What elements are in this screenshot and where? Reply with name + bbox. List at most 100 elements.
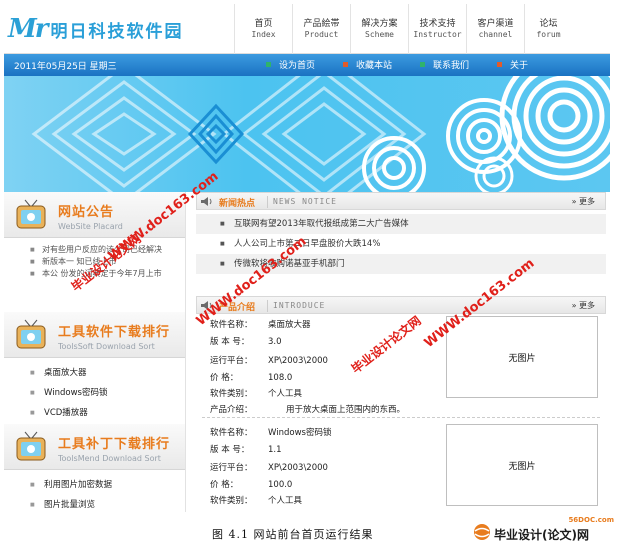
news-list: 互联网有望2013年取代报纸成第二大广告媒体 人人公司上市第二日早盘股价大跌14… [196, 210, 606, 296]
news-more-link[interactable]: » 更多 [572, 196, 595, 207]
main-nav: 首页 Index 产品絵帯 Product 解决方案 Scheme 技术支持 Instr… [234, 4, 572, 54]
tools-list: 桌面放大器 Windows密码锁 VCD播放器 [4, 358, 185, 424]
product-category: 个人工具 [268, 389, 303, 399]
field-label: 版 本 号： [210, 445, 250, 455]
tv-icon [16, 199, 46, 229]
field-label: 运行平台： [210, 463, 253, 473]
bookmark-link[interactable]: 收藏本站 [343, 58, 392, 71]
field-label: 价 格： [210, 373, 239, 383]
tool-item[interactable]: Windows密码锁 [30, 384, 185, 404]
current-date: 2011年05月25日 星期三 [14, 62, 117, 72]
tool-item[interactable]: 桌面放大器 [30, 364, 185, 384]
product-price: 108.0 [268, 373, 293, 383]
product-name[interactable]: Windows密码锁 [268, 428, 331, 438]
tool-item[interactable]: VCD播放器 [30, 404, 185, 424]
products-title: 产品介绍 [219, 303, 256, 313]
product-name-row: 软件名称： 桌面放大器 [210, 318, 311, 330]
products-title-en: INTRODUCE [273, 301, 326, 310]
more-label: 更多 [579, 301, 595, 310]
patches-list: 利用图片加密数据 图片批量浏览 [4, 470, 185, 512]
divider [267, 196, 268, 208]
nav-item-scheme[interactable]: 解决方案 Scheme [350, 4, 408, 54]
logo-mark: Mr [8, 14, 49, 44]
about-link[interactable]: 关于 [497, 58, 528, 71]
main-content: 新闻热点 NEWS NOTICE » 更多 互联网有望2013年取代报纸成第二大… [196, 192, 606, 512]
product-image-placeholder[interactable]: 无图片 [446, 424, 598, 506]
field-label: 软件名称： [210, 320, 253, 330]
product-platform: XP\2003\2000 [268, 463, 328, 473]
notice-title: 网站公告 [58, 205, 115, 220]
nav-label-en: forum [536, 30, 561, 39]
product-price-row: 价 格： 100.0 [210, 478, 292, 490]
page: Mr 明日科技软件园 首页 Index 产品絵帯 Product 解决方案 Schem… [4, 4, 610, 512]
product-image-placeholder[interactable]: 无图片 [446, 316, 598, 398]
nav-item-forum[interactable]: 论坛 forum [524, 4, 572, 54]
brand-logo: 56DOC.com 毕业设计(论文)网 [468, 516, 622, 544]
more-label: 更多 [579, 197, 595, 206]
tools-header: 工具软件下载排行 ToolsSoft Download Sort [4, 312, 185, 358]
contact-link[interactable]: 联系我们 [420, 58, 469, 71]
set-homepage-link[interactable]: 设为首页 [266, 58, 315, 71]
notice-subtitle: WebSite Placard [58, 222, 123, 231]
speaker-icon [201, 197, 212, 206]
product-intro: 用于放大桌面上范围内的东西。 [286, 405, 406, 415]
brand-ball-icon [474, 524, 490, 540]
field-label: 价 格： [210, 480, 239, 490]
product-name[interactable]: 桌面放大器 [268, 320, 311, 330]
nav-item-product[interactable]: 产品絵帯 Product [292, 4, 350, 54]
notice-header: 网站公告 WebSite Placard [4, 192, 185, 238]
nav-label-en: channel [478, 30, 513, 39]
bullet-icon [420, 62, 426, 67]
banner-pattern [31, 76, 610, 192]
brand-name: 毕业设计(论文)网 [494, 528, 589, 542]
tv-icon [16, 319, 46, 349]
no-image-label: 无图片 [508, 461, 536, 472]
patch-item[interactable]: 图片批量浏览 [30, 496, 185, 512]
left-sidebar: 网站公告 WebSite Placard 对有些用户反应的该公司已经解决 新版本… [4, 192, 186, 512]
nav-label: 技术支持 [419, 19, 456, 29]
field-label: 软件类别： [210, 389, 253, 399]
products-more-link[interactable]: » 更多 [572, 300, 595, 311]
nav-label: 首页 [254, 19, 273, 29]
tools-subtitle: ToolsSoft Download Sort [58, 342, 155, 351]
field-label: 软件类别： [210, 496, 253, 506]
news-item[interactable]: 互联网有望2013年取代报纸成第二大广告媒体 [196, 214, 606, 234]
nav-item-instructor[interactable]: 技术支持 Instructor [408, 4, 466, 54]
site-logo[interactable]: Mr 明日科技软件园 [8, 10, 228, 48]
field-label: 产品介绍： [210, 405, 253, 415]
product-category-row: 软件类别： 个人工具 [210, 387, 302, 399]
field-label: 运行平台： [210, 356, 253, 366]
nav-label: 客户渠道 [477, 19, 514, 29]
link-label: 关于 [510, 61, 529, 71]
product-version-row: 版 本 号： 1.1 [210, 443, 282, 455]
notice-item[interactable]: 新版本一 知已线上市 [30, 256, 179, 268]
nav-label: 论坛 [539, 19, 558, 29]
nav-item-index[interactable]: 首页 Index [234, 4, 292, 54]
nav-item-channel[interactable]: 客户渠道 channel [466, 4, 524, 54]
nav-label-en: Index [251, 30, 276, 39]
product-platform-row: 运行平台： XP\2003\2000 [210, 461, 328, 473]
patches-header: 工具补丁下载排行 ToolsMend Download Sort [4, 424, 185, 470]
patch-item[interactable]: 利用图片加密数据 [30, 476, 185, 496]
tv-icon [16, 431, 46, 461]
news-item[interactable]: 传微软将收购诺基亚手机部门 [196, 254, 606, 274]
header: Mr 明日科技软件园 首页 Index 产品絵帯 Product 解决方案 Schem… [4, 4, 610, 54]
link-label: 设为首页 [279, 61, 316, 71]
product-category: 个人工具 [268, 496, 303, 506]
product-price: 100.0 [268, 480, 293, 490]
date-bar: 2011年05月25日 星期三 设为首页 收藏本站 联系我们 关于 [4, 54, 610, 76]
notice-item[interactable]: 本公 份发的词典定于今年7月上市 [30, 268, 179, 280]
nav-label: 解决方案 [361, 19, 398, 29]
news-item[interactable]: 人人公司上市第二日早盘股价大跌14% [196, 234, 606, 254]
product-card: 软件名称： 桌面放大器 版 本 号： 3.0 运行平台： XP\2003\2000 价… [202, 314, 600, 418]
tools-title: 工具软件下载排行 [58, 325, 171, 340]
no-image-label: 无图片 [508, 353, 536, 364]
field-label: 软件名称： [210, 428, 253, 438]
product-platform-row: 运行平台： XP\2003\2000 [210, 354, 328, 366]
notice-item[interactable]: 对有些用户反应的该公司已经解决 [30, 244, 179, 256]
product-version-row: 版 本 号： 3.0 [210, 335, 282, 347]
product-card: 软件名称： Windows密码锁 版 本 号： 1.1 运行平台： XP\2003\2… [202, 418, 600, 512]
patches-subtitle: ToolsMend Download Sort [58, 454, 161, 463]
nav-label-en: Product [304, 30, 339, 39]
divider [267, 300, 268, 312]
